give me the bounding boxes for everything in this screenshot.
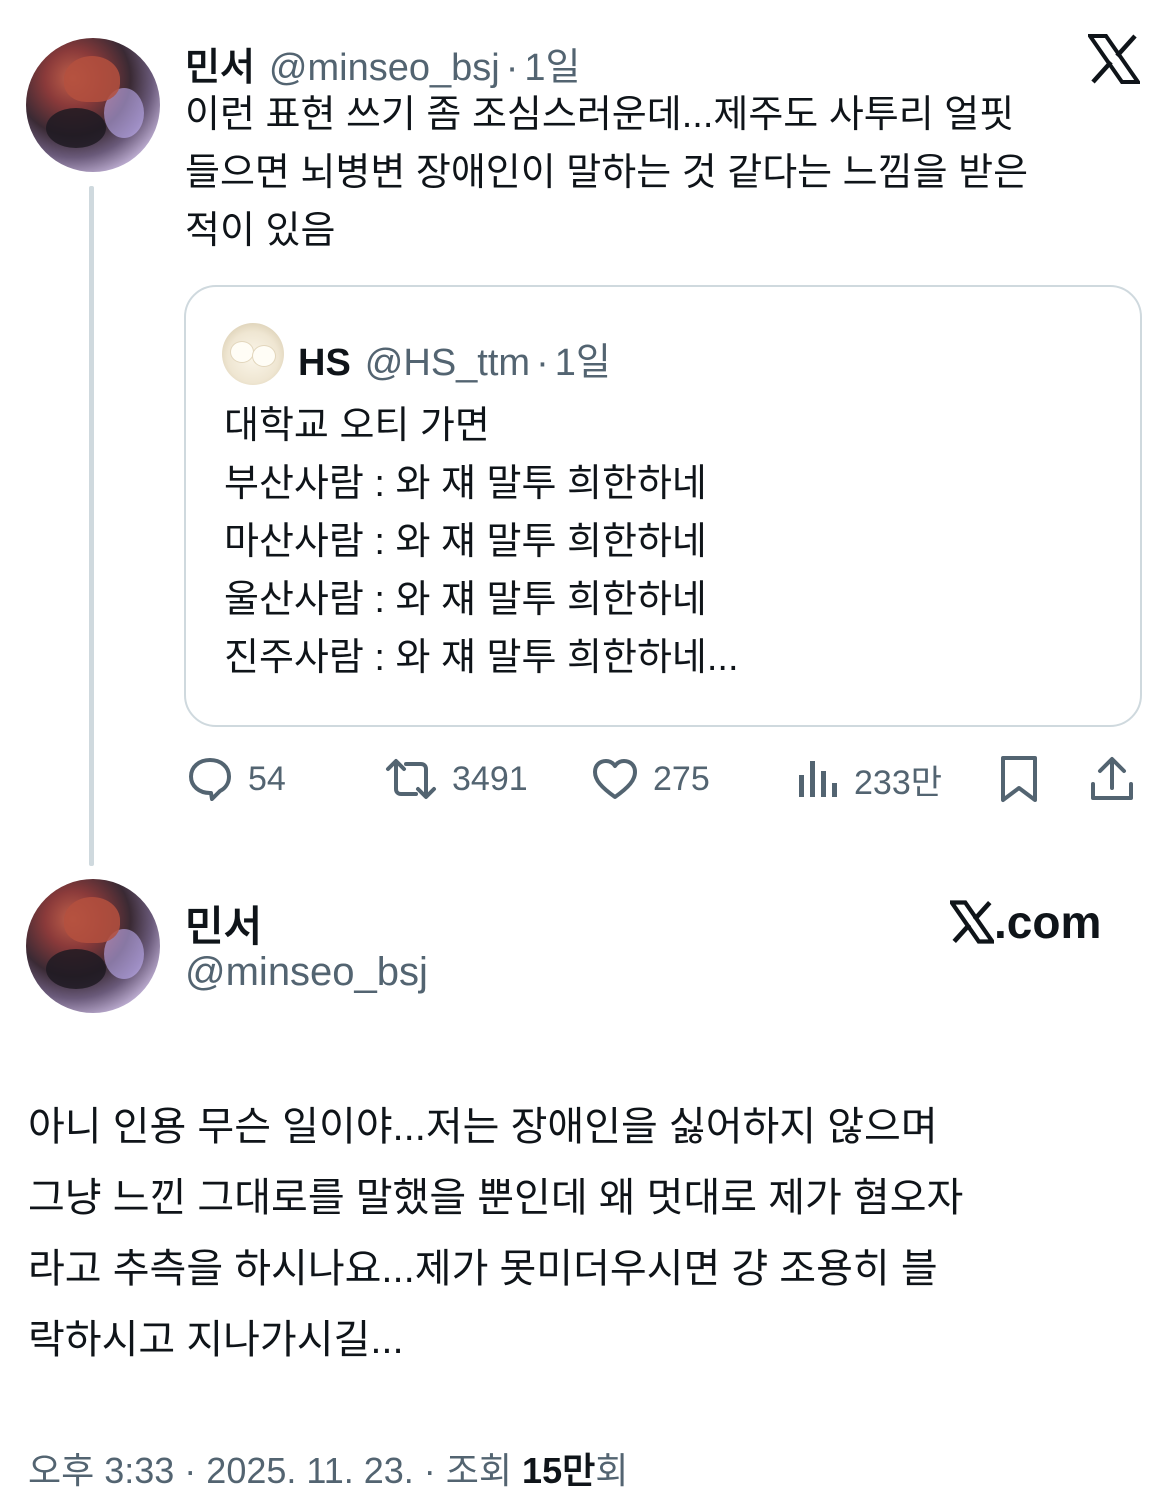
author-name[interactable]: 민서 <box>185 893 262 954</box>
views-count-bold: 15만 <box>522 1450 596 1491</box>
tweet-timestamp: 오후 3:33 · 2025. 11. 23. · 조회 15만회 <box>28 1442 628 1494</box>
views-button[interactable]: 233만 <box>796 752 942 806</box>
reply-count: 54 <box>248 759 286 798</box>
x-logo-icon <box>950 900 994 944</box>
tweet-line: 적이 있음 <box>185 210 336 252</box>
timestamp-text[interactable]: 오후 3:33 · 2025. 11. 23. · 조회 <box>28 1450 522 1491</box>
reply-line: 아니 인용 무슨 일이야...저는 장애인을 싫어하지 않으며 <box>28 1105 938 1149</box>
author-handle[interactable]: @minseo_bsj <box>269 47 500 90</box>
tweet-body: 이런 표현 쓰기 좀 조심스러운데...제주도 사투리 얼핏 들으면 뇌병변 장… <box>185 86 1028 260</box>
reply-line: 그냥 느낀 그대로를 말했을 뿐인데 왜 멋대로 제가 혐오자 <box>28 1176 964 1220</box>
tweet-header: 민서 @minseo_bsj · 1일 <box>185 36 580 89</box>
retweet-arrows-icon <box>386 759 436 799</box>
quote-line: 마산사람 : 와 쟤 말투 희한하네 <box>224 521 707 563</box>
bookmark-icon <box>1001 756 1037 802</box>
heart-icon <box>593 759 637 799</box>
quote-line: 부산사람 : 와 쟤 말투 희한하네 <box>224 463 707 505</box>
reply-button[interactable]: 54 <box>186 752 286 806</box>
quoted-tweet-card[interactable]: HS @HS_ttm · 1일 대학교 오티 가면 부산사람 : 와 쟤 말투 … <box>184 285 1142 727</box>
quote-line: 대학교 오티 가면 <box>224 405 490 447</box>
x-logo-icon <box>1088 34 1140 84</box>
dot-separator: · <box>505 47 519 89</box>
like-button[interactable]: 275 <box>591 752 710 806</box>
tweet-line: 들으면 뇌병변 장애인이 말하는 것 같다는 느낌을 받은 <box>185 152 1029 194</box>
share-button[interactable] <box>1088 752 1136 806</box>
brand-text: .com <box>994 896 1102 948</box>
retweet-button[interactable]: 3491 <box>384 752 528 806</box>
quote-avatar[interactable] <box>222 323 284 385</box>
quote-header: HS @HS_ttm · 1일 <box>298 331 611 386</box>
views-count: 233만 <box>854 763 943 802</box>
bar-chart-icon <box>799 761 837 797</box>
views-suffix: 회 <box>595 1450 629 1491</box>
retweet-count: 3491 <box>452 759 528 798</box>
x-com-brand: .com <box>950 892 1101 952</box>
dot-separator: · <box>536 342 549 384</box>
like-count: 275 <box>653 759 710 798</box>
tweet-time[interactable]: 1일 <box>524 36 580 91</box>
reply-body: 아니 인용 무슨 일이야...저는 장애인을 싫어하지 않으며 그냥 느낀 그대… <box>28 1092 963 1376</box>
avatar[interactable] <box>26 879 160 1013</box>
tweet-line: 이런 표현 쓰기 좀 조심스러운데...제주도 사투리 얼핏 <box>185 94 1015 136</box>
reply-line: 락하시고 지나가시길... <box>28 1318 404 1362</box>
quote-body: 대학교 오티 가면 부산사람 : 와 쟤 말투 희한하네 마산사람 : 와 쟤 … <box>224 397 739 687</box>
share-upload-icon <box>1091 757 1133 800</box>
quote-line: 울산사람 : 와 쟤 말투 희한하네 <box>224 579 707 621</box>
author-handle[interactable]: @minseo_bsj <box>185 950 428 995</box>
speech-bubble-icon <box>189 758 231 801</box>
bookmark-button[interactable] <box>997 752 1041 806</box>
thread-connector-line <box>89 186 94 866</box>
quote-line: 진주사람 : 와 쟤 말투 희한하네... <box>224 637 739 679</box>
quote-time[interactable]: 1일 <box>555 331 611 386</box>
reply-line: 라고 추측을 하시나요...제가 못미더우시면 걍 조용히 블 <box>28 1247 938 1291</box>
quote-author-handle[interactable]: @HS_ttm <box>365 342 530 385</box>
quote-author-name[interactable]: HS <box>298 342 351 385</box>
avatar[interactable] <box>26 38 160 172</box>
author-name[interactable]: 민서 <box>185 36 255 91</box>
